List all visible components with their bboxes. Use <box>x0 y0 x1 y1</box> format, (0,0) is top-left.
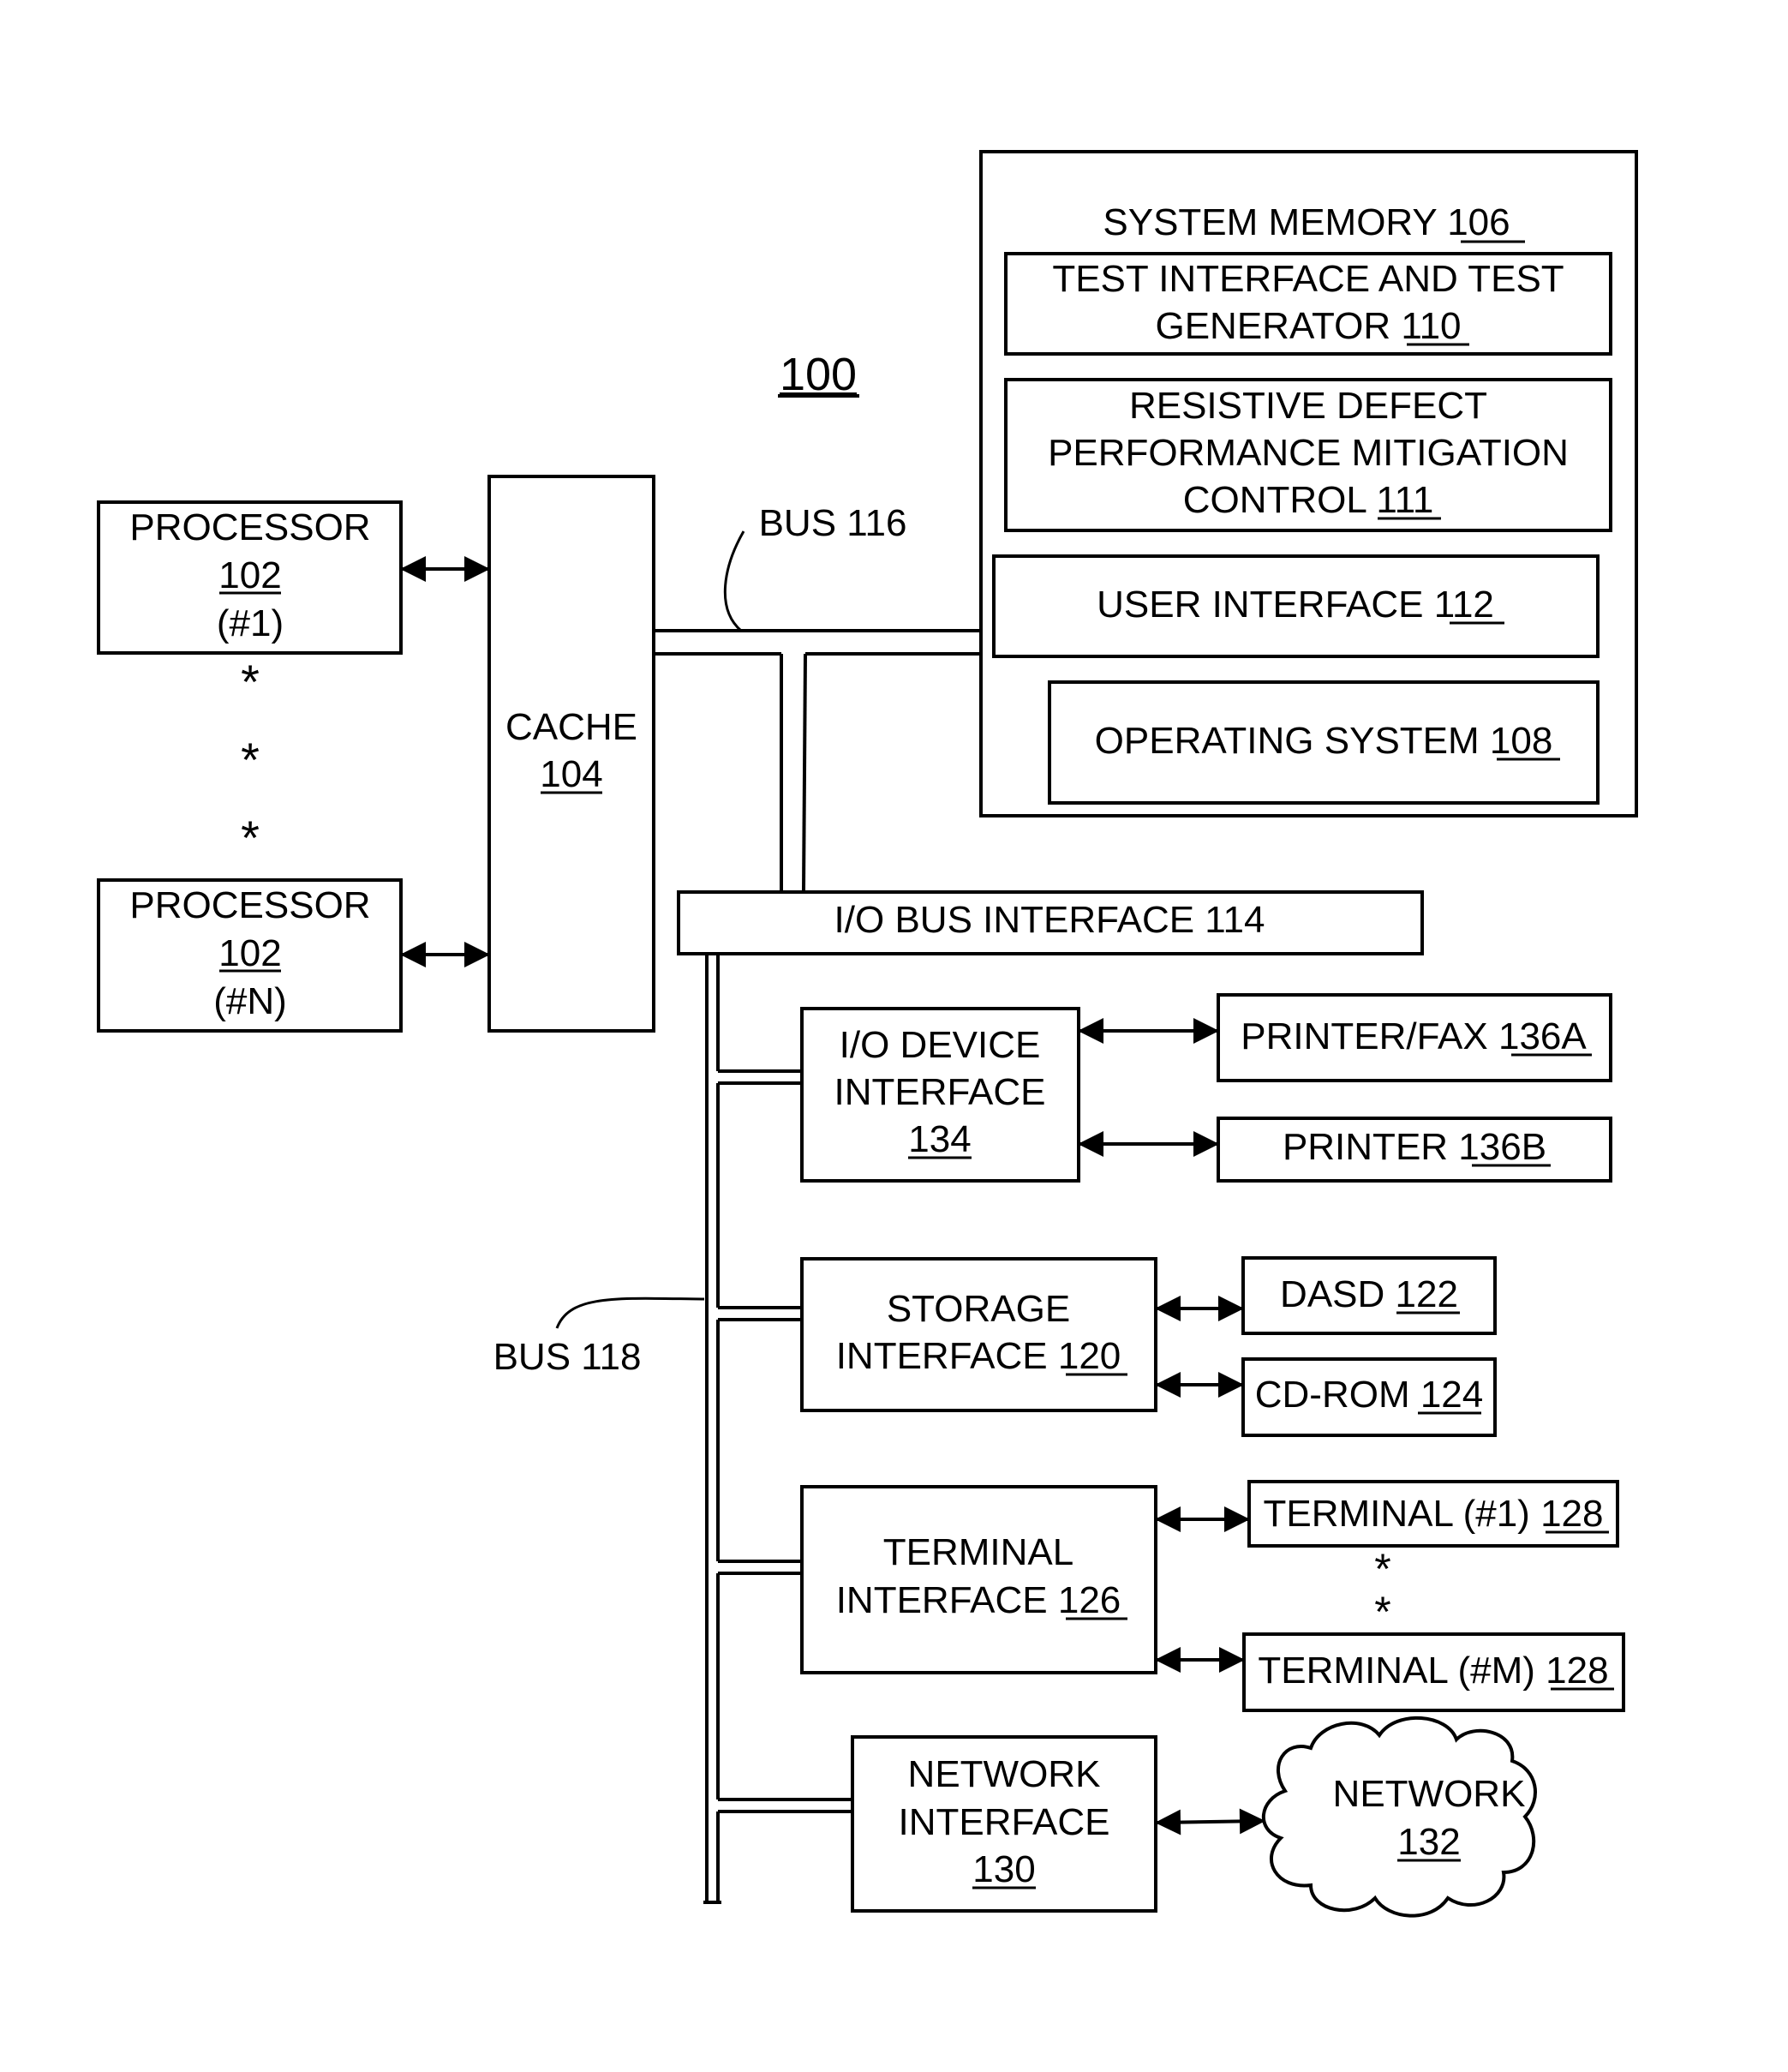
cache-ref: 104 <box>540 753 602 795</box>
storage-interface-line2: INTERFACE 120 <box>836 1335 1121 1377</box>
cloud-icon <box>1262 1716 1537 1918</box>
user-interface-box: USER INTERFACE 112 <box>992 554 1600 658</box>
processor-1-instance: (#1) <box>217 602 284 644</box>
processor-n-box: PROCESSOR 102 (#N) <box>97 878 403 1033</box>
bus-118-label: BUS 118 <box>493 1336 642 1378</box>
figure-label: 100 <box>780 349 857 400</box>
storage-interface-line1: STORAGE <box>887 1288 1070 1330</box>
system-block-diagram: 100 PROCESSOR 102 (#1) * * * PROCESSOR 1… <box>97 150 1638 1918</box>
dasd-box: DASD 122 <box>1241 1256 1497 1335</box>
operating-system-label: OPERATING SYSTEM 108 <box>1095 720 1553 762</box>
ellipsis-star: * <box>241 733 260 787</box>
resistive-line2: PERFORMANCE MITIGATION <box>1048 432 1569 474</box>
test-interface-line2: GENERATOR 110 <box>1155 305 1461 347</box>
resistive-line3: CONTROL 111 <box>1183 479 1434 521</box>
processor-1-ref: 102 <box>218 554 281 596</box>
terminal-interface-line2: INTERFACE 126 <box>836 1579 1121 1621</box>
network-arrow <box>1155 1808 1265 1835</box>
io-device-interface-ref: 134 <box>908 1118 971 1160</box>
processor-n-instance: (#N) <box>213 980 287 1022</box>
storage-interface-box: STORAGE INTERFACE 120 <box>800 1257 1157 1412</box>
terminal-interface-line1: TERMINAL <box>883 1531 1073 1573</box>
io-bus-interface-box: I/O BUS INTERFACE 114 <box>677 890 1424 955</box>
io-device-interface-box: I/O DEVICE INTERFACE 134 <box>800 1007 1080 1183</box>
ellipsis-star: * <box>1374 1545 1390 1593</box>
processor-n-title: PROCESSOR <box>129 884 370 926</box>
processor-1-title: PROCESSOR <box>129 506 370 548</box>
ellipsis-star: * <box>241 811 260 865</box>
test-interface-box: TEST INTERFACE AND TEST GENERATOR 110 <box>1004 252 1612 356</box>
network-title: NETWORK <box>1333 1773 1526 1815</box>
test-interface-line1: TEST INTERFACE AND TEST <box>1052 258 1564 300</box>
io-device-interface-line2: INTERFACE <box>834 1071 1046 1113</box>
system-memory-box: SYSTEM MEMORY 106 TEST INTERFACE AND TES… <box>979 150 1638 817</box>
network-interface-line1: NETWORK <box>908 1753 1101 1795</box>
dasd-label: DASD 122 <box>1280 1273 1458 1315</box>
terminal-m-label: TERMINAL (#M) 128 <box>1258 1650 1608 1692</box>
printer-fax-label: PRINTER/FAX 136A <box>1241 1015 1587 1057</box>
cdrom-label: CD-ROM 124 <box>1255 1374 1484 1416</box>
cache-title: CACHE <box>505 706 637 748</box>
operating-system-box: OPERATING SYSTEM 108 <box>1048 680 1600 805</box>
network-interface-box: NETWORK INTERFACE 130 <box>851 1735 1157 1913</box>
ellipsis-star: * <box>1374 1588 1390 1636</box>
bus-116: BUS 116 <box>654 502 982 892</box>
resistive-line1: RESISTIVE DEFECT <box>1129 385 1487 427</box>
ellipsis-star: * <box>241 655 260 709</box>
network-cloud: NETWORK 132 <box>1262 1716 1537 1918</box>
resistive-defect-box: RESISTIVE DEFECT PERFORMANCE MITIGATION … <box>1004 378 1612 532</box>
system-memory-title: SYSTEM MEMORY 106 <box>1103 201 1510 243</box>
printer-box: PRINTER 136B <box>1217 1117 1612 1183</box>
cache-box: CACHE 104 <box>487 475 655 1033</box>
user-interface-label: USER INTERFACE 112 <box>1097 584 1494 626</box>
network-interface-line2: INTERFACE <box>899 1801 1110 1843</box>
network-ref: 132 <box>1397 1821 1460 1863</box>
bus-118: BUS 118 <box>493 954 852 1904</box>
terminal-1-label: TERMINAL (#1) 128 <box>1264 1493 1604 1535</box>
processor-n-ref: 102 <box>218 932 281 974</box>
processor-1-box: PROCESSOR 102 (#1) <box>97 500 403 655</box>
io-device-interface-line1: I/O DEVICE <box>840 1024 1041 1066</box>
terminal-1-box: TERMINAL (#1) 128 <box>1247 1480 1619 1548</box>
printer-label: PRINTER 136B <box>1283 1126 1546 1168</box>
cdrom-box: CD-ROM 124 <box>1241 1357 1497 1437</box>
io-bus-interface-label: I/O BUS INTERFACE 114 <box>834 899 1265 941</box>
printer-fax-box: PRINTER/FAX 136A <box>1217 993 1612 1082</box>
terminal-m-box: TERMINAL (#M) 128 <box>1242 1632 1625 1712</box>
terminal-interface-box: TERMINAL INTERFACE 126 <box>800 1485 1157 1674</box>
network-interface-ref: 130 <box>972 1848 1035 1890</box>
bus-116-label: BUS 116 <box>759 502 907 544</box>
